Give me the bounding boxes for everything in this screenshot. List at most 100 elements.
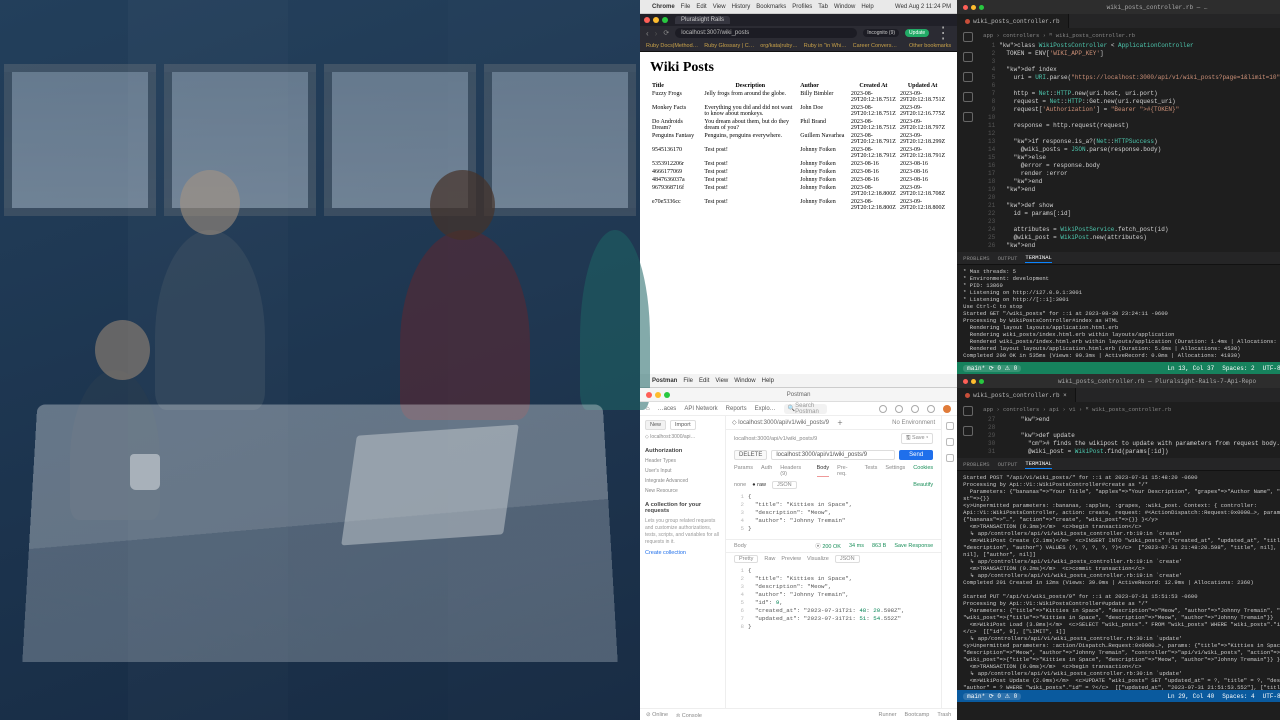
- menu-item[interactable]: Help: [762, 378, 774, 384]
- table-row[interactable]: e70e5336ccTest post!Johnny Foiken2023-08…: [650, 198, 947, 212]
- table-row[interactable]: Fuzzy FrogsJelly frogs from around the g…: [650, 90, 947, 104]
- back-icon[interactable]: ‹: [646, 29, 649, 38]
- panel-tab[interactable]: PROBLEMS: [963, 255, 989, 262]
- bookmark[interactable]: Ruby Docs|Method…: [646, 43, 698, 49]
- table-row[interactable]: Penguins FantasyPenguins, penguins every…: [650, 132, 947, 146]
- subtab[interactable]: Settings: [885, 465, 905, 477]
- response-body[interactable]: 1{ 2 "title": "Kitties in Space", 3 "des…: [726, 565, 941, 637]
- topnav-item[interactable]: …aces: [658, 406, 677, 412]
- panel-tab[interactable]: OUTPUT: [998, 461, 1018, 468]
- menu-item[interactable]: Edit: [699, 378, 709, 384]
- body-opt[interactable]: none: [734, 482, 746, 488]
- invite-icon[interactable]: [879, 405, 887, 413]
- search-input[interactable]: 🔍 Search Postman: [784, 404, 828, 414]
- breadcrumb[interactable]: app › controllers › api › v1 › ᴿ wiki_po…: [981, 404, 1280, 416]
- editor[interactable]: app › controllers › api › v1 › ᴿ wiki_po…: [979, 402, 1280, 458]
- import-button[interactable]: Import: [670, 420, 696, 430]
- table-row[interactable]: 9679368716fTest post!Johnny Foiken2023-0…: [650, 184, 947, 198]
- sync-icon[interactable]: [895, 405, 903, 413]
- body-type-select[interactable]: JSON: [772, 481, 797, 489]
- menu-item[interactable]: History: [732, 4, 751, 10]
- resp-view[interactable]: Preview: [781, 556, 801, 562]
- search-icon[interactable]: [963, 426, 973, 436]
- menu-item[interactable]: Postman: [652, 378, 677, 384]
- subtab[interactable]: Params: [734, 465, 753, 477]
- debug-icon[interactable]: [963, 92, 973, 102]
- editor-tab[interactable]: wiki_posts_controller.rb ×: [957, 388, 1076, 402]
- menu-item[interactable]: File: [681, 4, 691, 10]
- notifications-icon[interactable]: [927, 405, 935, 413]
- menu-item[interactable]: Profiles: [792, 4, 812, 10]
- comments-icon[interactable]: [946, 438, 954, 446]
- editor-tab[interactable]: wiki_posts_controller.rb: [957, 14, 1068, 28]
- request-name[interactable]: localhost:3000/api/v1/wiki_posts/9: [734, 436, 817, 442]
- other-bookmarks[interactable]: Other bookmarks: [909, 43, 951, 49]
- settings-icon[interactable]: [911, 405, 919, 413]
- sidebar-item[interactable]: Header Types: [645, 458, 720, 464]
- body-opt[interactable]: ● raw: [752, 482, 766, 488]
- fwd-icon[interactable]: ›: [655, 29, 658, 38]
- footer-item[interactable]: 𖠿 Console: [676, 711, 702, 719]
- topnav-item[interactable]: API Network: [684, 406, 717, 412]
- bookmark[interactable]: Ruby Glossary | C…: [704, 43, 754, 49]
- subtab[interactable]: Pre-req.: [837, 465, 856, 477]
- window-controls[interactable]: [644, 17, 668, 23]
- reload-icon[interactable]: ⟳: [663, 29, 669, 37]
- menu-item[interactable]: View: [715, 378, 728, 384]
- status-item[interactable]: UTF-8: [1263, 693, 1280, 700]
- save-response[interactable]: Save Response: [894, 543, 933, 549]
- resp-view[interactable]: Raw: [764, 556, 775, 562]
- status-item[interactable]: Spaces: 2: [1222, 365, 1254, 372]
- sidebar-item[interactable]: Integrate Advanced: [645, 478, 720, 484]
- sidebar-request[interactable]: ◇ localhost:3000/api…: [645, 434, 720, 440]
- new-button[interactable]: New: [645, 420, 666, 430]
- menu-app[interactable]: Chrome: [652, 4, 675, 10]
- bookmark[interactable]: Ruby in "in Whi…: [804, 43, 847, 49]
- status-item[interactable]: Ln 13, Col 37: [1167, 365, 1214, 372]
- resp-view[interactable]: Visualize: [807, 556, 829, 562]
- info-icon[interactable]: [946, 454, 954, 462]
- browser-tab[interactable]: Pluralsight Rails: [675, 16, 730, 24]
- search-icon[interactable]: [963, 52, 973, 62]
- table-row[interactable]: 4847636037aTest post!Johnny Foiken2023-0…: [650, 176, 947, 184]
- menu-item[interactable]: File: [683, 378, 693, 384]
- status-item[interactable]: Ln 29, Col 40: [1167, 693, 1214, 700]
- menu-item[interactable]: Window: [734, 378, 755, 384]
- breadcrumb[interactable]: app › controllers › ᴿ wiki_posts_control…: [981, 30, 1280, 42]
- beautify-link[interactable]: Beautify: [913, 482, 933, 488]
- table-row[interactable]: 4666177069Test post!Johnny Foiken2023-08…: [650, 168, 947, 176]
- menu-item[interactable]: Help: [861, 4, 873, 10]
- table-row[interactable]: Do Androids Dream?You dream about them, …: [650, 118, 947, 132]
- panel-tab[interactable]: TERMINAL: [1025, 460, 1051, 469]
- resp-view[interactable]: Pretty: [734, 555, 758, 563]
- subtab[interactable]: Headers (9): [780, 465, 808, 477]
- window-controls[interactable]: [646, 392, 670, 398]
- menu-item[interactable]: Window: [834, 4, 855, 10]
- footer-item[interactable]: ⊘ Online: [646, 712, 668, 718]
- panel-tab[interactable]: TERMINAL: [1025, 254, 1051, 263]
- menu-item[interactable]: Bookmarks: [756, 4, 786, 10]
- explorer-icon[interactable]: [963, 406, 973, 416]
- editor[interactable]: app › controllers › ᴿ wiki_posts_control…: [979, 28, 1280, 252]
- request-tab[interactable]: ◇ localhost:3000/api/v1/wiki_posts/9: [732, 419, 829, 426]
- window-controls[interactable]: [963, 5, 984, 10]
- subtab[interactable]: Auth: [761, 465, 772, 477]
- terminal[interactable]: Started POST "/api/v1/wiki_posts/" for :…: [957, 470, 1280, 690]
- subtab[interactable]: Tests: [865, 465, 878, 477]
- send-button[interactable]: Send: [899, 450, 933, 460]
- cookies-link[interactable]: Cookies: [913, 465, 933, 477]
- menu-item[interactable]: View: [713, 4, 726, 10]
- footer-item[interactable]: Bootcamp: [905, 712, 930, 718]
- panel-tab[interactable]: PROBLEMS: [963, 461, 989, 468]
- subtab[interactable]: Body: [817, 465, 830, 477]
- bookmark[interactable]: Career Convers…: [853, 43, 897, 49]
- panel-tab[interactable]: OUTPUT: [998, 255, 1018, 262]
- topnav-item[interactable]: Explo…: [755, 406, 776, 412]
- menu-item[interactable]: Edit: [696, 4, 706, 10]
- sidebar-item[interactable]: New Resource: [645, 488, 720, 494]
- method-select[interactable]: DELETE: [734, 450, 767, 460]
- window-controls[interactable]: [963, 379, 984, 384]
- bookmark[interactable]: org/kata|ruby…: [760, 43, 798, 49]
- table-row[interactable]: 9545136170Test post!Johnny Foiken2023-08…: [650, 146, 947, 160]
- explorer-icon[interactable]: [963, 32, 973, 42]
